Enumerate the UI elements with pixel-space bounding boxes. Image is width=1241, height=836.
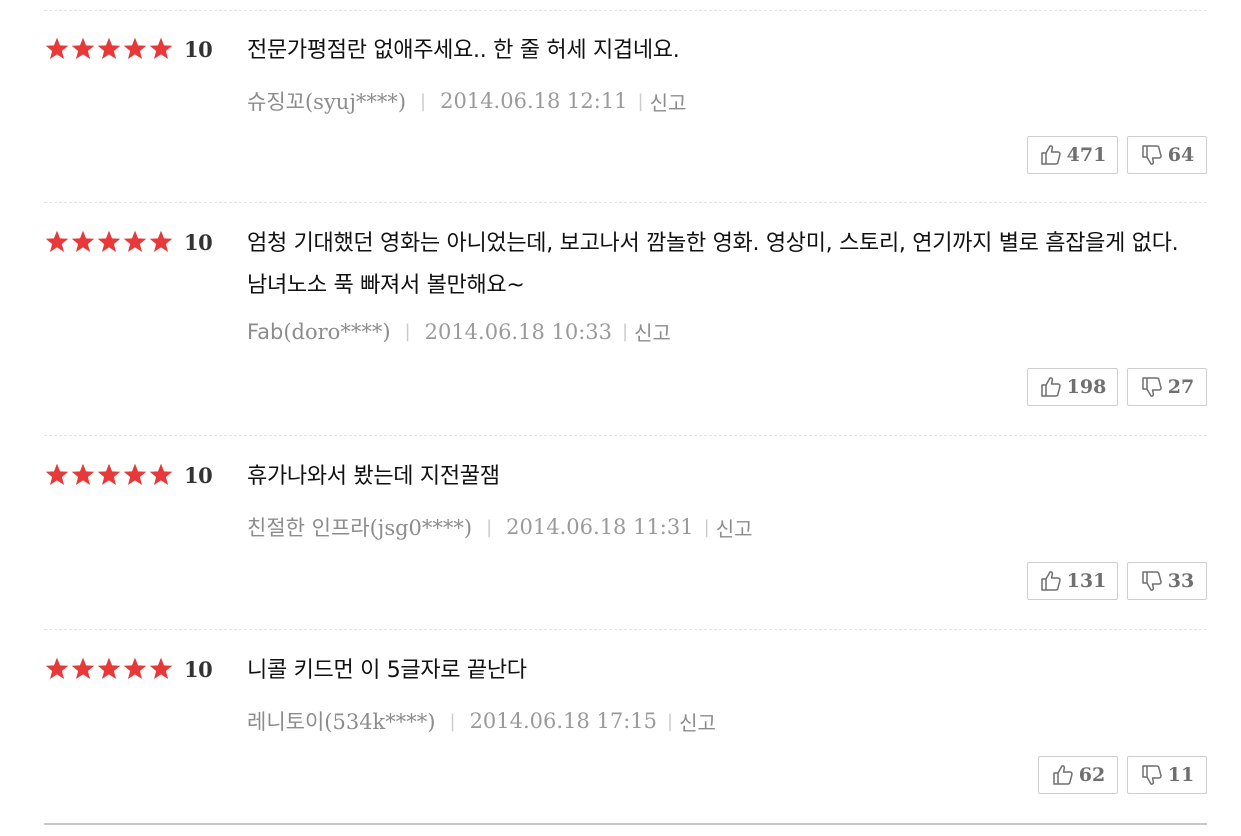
review-meta: 친절한 인프라(jsg0****) | 2014.06.18 11:31 | 신… <box>247 512 753 542</box>
separator: | <box>420 90 427 112</box>
author-name[interactable]: 레니토이(534k****) <box>247 706 435 736</box>
star-rating <box>44 36 174 62</box>
review-item: 10 휴가나와서 봤는데 지전꿀잼 친절한 인프라(jsg0****) | 20… <box>44 436 1207 630</box>
review-meta: 레니토이(534k****) | 2014.06.18 17:15 | 신고 <box>247 706 716 736</box>
report-link[interactable]: 신고 <box>716 513 753 542</box>
review-meta: 슈징꼬(syuj****) | 2014.06.18 12:11 | 신고 <box>247 86 686 116</box>
vote-buttons: 131 33 <box>1018 562 1207 600</box>
star-icon <box>96 462 122 488</box>
star-icon <box>96 229 122 255</box>
separator: | <box>622 321 629 342</box>
vote-buttons: 62 11 <box>1029 756 1207 794</box>
thumbs-down-icon <box>1140 143 1164 167</box>
dislike-count: 11 <box>1167 764 1195 786</box>
thumbs-up-icon <box>1039 569 1063 593</box>
vote-buttons: 471 64 <box>1018 136 1207 174</box>
star-rating <box>44 462 174 488</box>
rating: 10 <box>44 462 213 488</box>
review-date: 2014.06.18 12:11 <box>440 89 628 113</box>
rating: 10 <box>44 36 213 62</box>
author-name[interactable]: Fab(doro****) <box>247 320 391 344</box>
star-rating <box>44 229 174 255</box>
star-icon <box>122 462 148 488</box>
list-bottom-border <box>44 823 1207 825</box>
star-icon <box>96 36 122 62</box>
review-list: 10 전문가평점란 없애주세요.. 한 줄 허세 지겹네요. 슈징꼬(syuj*… <box>44 0 1207 836</box>
score: 10 <box>184 36 213 62</box>
separator: | <box>449 710 456 732</box>
star-icon <box>96 656 122 682</box>
rating: 10 <box>44 656 213 682</box>
star-icon <box>70 36 96 62</box>
thumbs-up-icon <box>1051 763 1075 787</box>
thumbs-down-icon <box>1140 569 1164 593</box>
like-count: 62 <box>1078 764 1106 786</box>
star-icon <box>148 462 174 488</box>
review-meta: Fab(doro****) | 2014.06.18 10:33 | 신고 <box>247 317 671 346</box>
star-icon <box>148 229 174 255</box>
score: 10 <box>184 462 213 488</box>
score: 10 <box>184 656 213 682</box>
report-link[interactable]: 신고 <box>650 87 687 116</box>
star-rating <box>44 656 174 682</box>
dislike-count: 27 <box>1167 376 1195 398</box>
author-name[interactable]: 슈징꼬(syuj****) <box>247 86 406 116</box>
star-icon <box>122 656 148 682</box>
rating: 10 <box>44 229 213 255</box>
star-icon <box>44 229 70 255</box>
like-count: 131 <box>1066 570 1107 592</box>
star-icon <box>44 462 70 488</box>
review-item: 10 니콜 키드먼 이 5글자로 끝난다 레니토이(534k****) | 20… <box>44 630 1207 810</box>
thumbs-up-icon <box>1039 143 1063 167</box>
thumbs-up-icon <box>1039 375 1063 399</box>
like-button[interactable]: 62 <box>1038 756 1118 794</box>
star-icon <box>70 462 96 488</box>
star-icon <box>44 36 70 62</box>
review-comment: 니콜 키드먼 이 5글자로 끝난다 <box>247 658 527 683</box>
star-icon <box>122 229 148 255</box>
review-comment: 휴가나와서 봤는데 지전꿀잼 <box>247 464 500 489</box>
dislike-button[interactable]: 11 <box>1127 756 1207 794</box>
star-icon <box>122 36 148 62</box>
thumbs-down-icon <box>1140 763 1164 787</box>
like-count: 471 <box>1066 144 1107 166</box>
review-item: 10 전문가평점란 없애주세요.. 한 줄 허세 지겹네요. 슈징꼬(syuj*… <box>44 10 1207 203</box>
dislike-button[interactable]: 33 <box>1127 562 1207 600</box>
review-item: 10 엄청 기대했던 영화는 아니었는데, 보고나서 깜놀한 영화. 영상미, … <box>44 203 1207 436</box>
report-link[interactable]: 신고 <box>679 707 716 736</box>
like-button[interactable]: 198 <box>1027 368 1118 406</box>
review-date: 2014.06.18 17:15 <box>469 709 657 733</box>
star-icon <box>148 36 174 62</box>
author-name[interactable]: 친절한 인프라(jsg0****) <box>247 512 472 542</box>
star-icon <box>44 656 70 682</box>
star-icon <box>70 656 96 682</box>
dislike-button[interactable]: 27 <box>1127 368 1207 406</box>
star-icon <box>148 656 174 682</box>
dislike-count: 64 <box>1167 144 1195 166</box>
separator: | <box>667 710 674 732</box>
separator: | <box>404 321 411 342</box>
like-count: 198 <box>1066 376 1107 398</box>
star-icon <box>70 229 96 255</box>
review-date: 2014.06.18 10:33 <box>424 319 613 344</box>
separator: | <box>486 516 493 538</box>
report-link[interactable]: 신고 <box>634 317 671 346</box>
review-comment: 엄청 기대했던 영화는 아니었는데, 보고나서 깜놀한 영화. 영상미, 스토리… <box>247 231 1179 298</box>
like-button[interactable]: 471 <box>1027 136 1118 174</box>
thumbs-down-icon <box>1140 375 1164 399</box>
dislike-button[interactable]: 64 <box>1127 136 1207 174</box>
like-button[interactable]: 131 <box>1027 562 1118 600</box>
separator: | <box>703 516 710 538</box>
review-date: 2014.06.18 11:31 <box>506 515 694 539</box>
dislike-count: 33 <box>1167 570 1195 592</box>
review-comment: 전문가평점란 없애주세요.. 한 줄 허세 지겹네요. <box>247 38 680 63</box>
score: 10 <box>184 229 213 255</box>
vote-buttons: 198 27 <box>1018 368 1207 406</box>
separator: | <box>637 90 644 112</box>
